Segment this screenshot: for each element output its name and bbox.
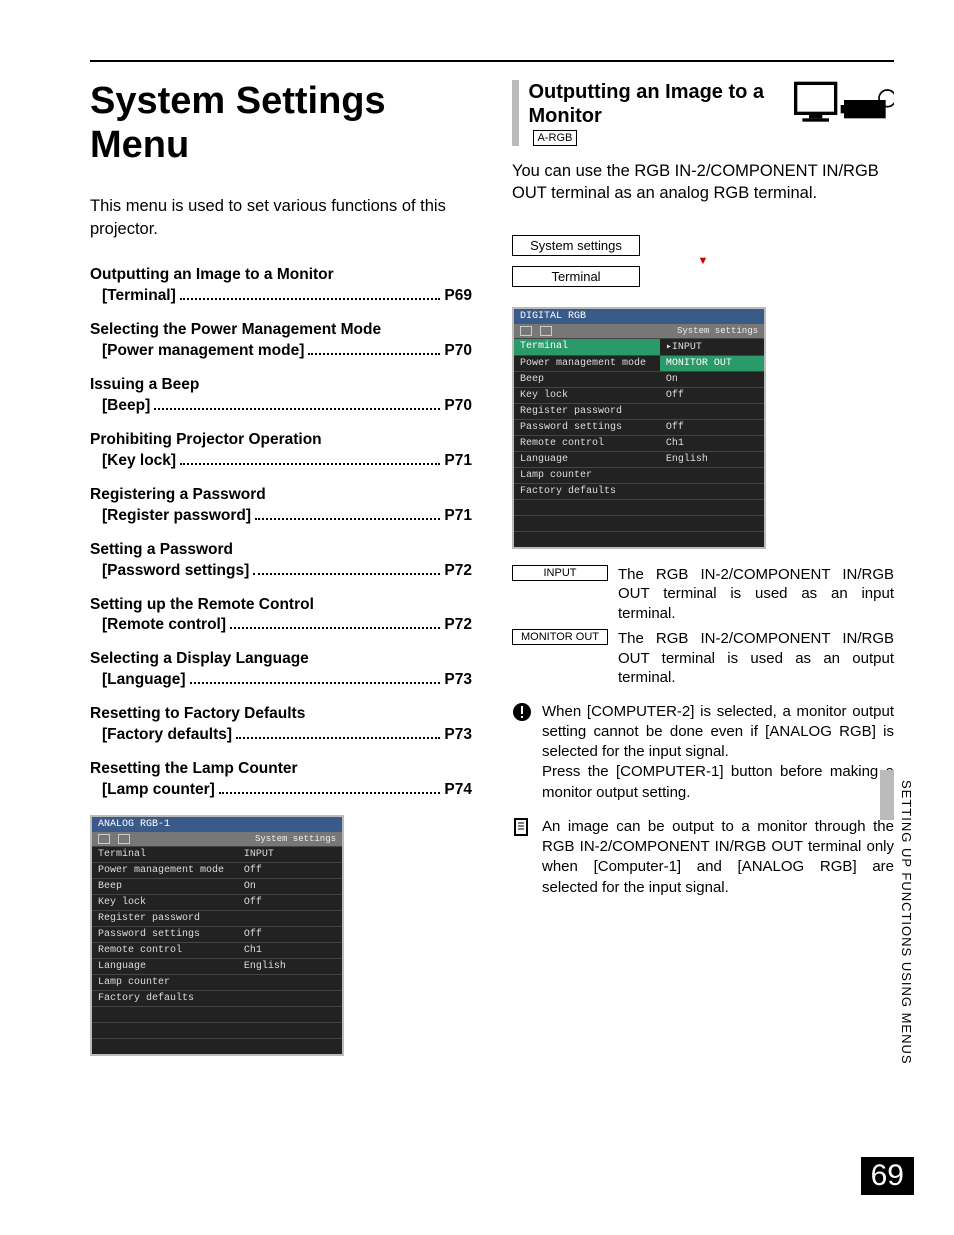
- nav-top-box: System settings: [512, 235, 640, 256]
- toc-item: Selecting the Power Management Mode[Powe…: [90, 321, 472, 360]
- table-of-contents: Outputting an Image to a Monitor[Termina…: [90, 266, 472, 799]
- alert-icon: [512, 702, 532, 727]
- section-heading: Outputting an Image to a Monitor: [529, 80, 785, 128]
- nav-path: System settings ▼ Terminal: [512, 235, 894, 287]
- note-2: An image can be output to a monitor thro…: [542, 817, 894, 898]
- document-icon: [512, 817, 532, 842]
- toc-item: Prohibiting Projector Operation[Key lock…: [90, 431, 472, 470]
- menu-banner: ANALOG RGB-1: [92, 817, 342, 832]
- nav-bottom-box: Terminal: [512, 266, 640, 287]
- toc-item: Resetting the Lamp Counter[Lamp counter]…: [90, 760, 472, 799]
- nav-arrow-down-icon: ▼: [512, 256, 894, 266]
- toc-item: Outputting an Image to a Monitor[Termina…: [90, 266, 472, 305]
- left-menu-screenshot: ANALOG RGB-1 System settings TerminalINP…: [90, 815, 344, 1056]
- side-tab-label: SETTING UP FUNCTIONS USING MENUS: [899, 780, 914, 1065]
- side-marker: [880, 770, 894, 820]
- argb-badge: A-RGB: [533, 130, 578, 146]
- definitions: INPUTThe RGB IN-2/COMPONENT IN/RGB OUT t…: [512, 565, 894, 688]
- menu-banner: DIGITAL RGB: [514, 309, 764, 324]
- note-1: When [COMPUTER-2] is selected, a monitor…: [542, 702, 894, 803]
- monitor-projector-icon: [794, 80, 894, 135]
- toc-item: Setting a Password[Password settings]P72: [90, 541, 472, 580]
- toc-item: Issuing a Beep[Beep]P70: [90, 376, 472, 415]
- toc-item: Registering a Password[Register password…: [90, 486, 472, 525]
- right-menu-screenshot: DIGITAL RGB System settings Terminal▸INP…: [512, 307, 766, 549]
- toc-item: Resetting to Factory Defaults[Factory de…: [90, 705, 472, 744]
- page-number: 69: [861, 1157, 914, 1195]
- lead-paragraph: You can use the RGB IN-2/COMPONENT IN/RG…: [512, 160, 894, 205]
- definition-row: MONITOR OUTThe RGB IN-2/COMPONENT IN/RGB…: [512, 629, 894, 688]
- section-accent-bar: [512, 80, 519, 146]
- intro-text: This menu is used to set various functio…: [90, 195, 472, 240]
- menu-tabbar: System settings: [514, 324, 764, 338]
- page-title: System Settings Menu: [90, 80, 472, 167]
- definition-row: INPUTThe RGB IN-2/COMPONENT IN/RGB OUT t…: [512, 565, 894, 624]
- toc-item: Selecting a Display Language[Language]P7…: [90, 650, 472, 689]
- menu-tabbar: System settings: [92, 832, 342, 846]
- toc-item: Setting up the Remote Control[Remote con…: [90, 596, 472, 635]
